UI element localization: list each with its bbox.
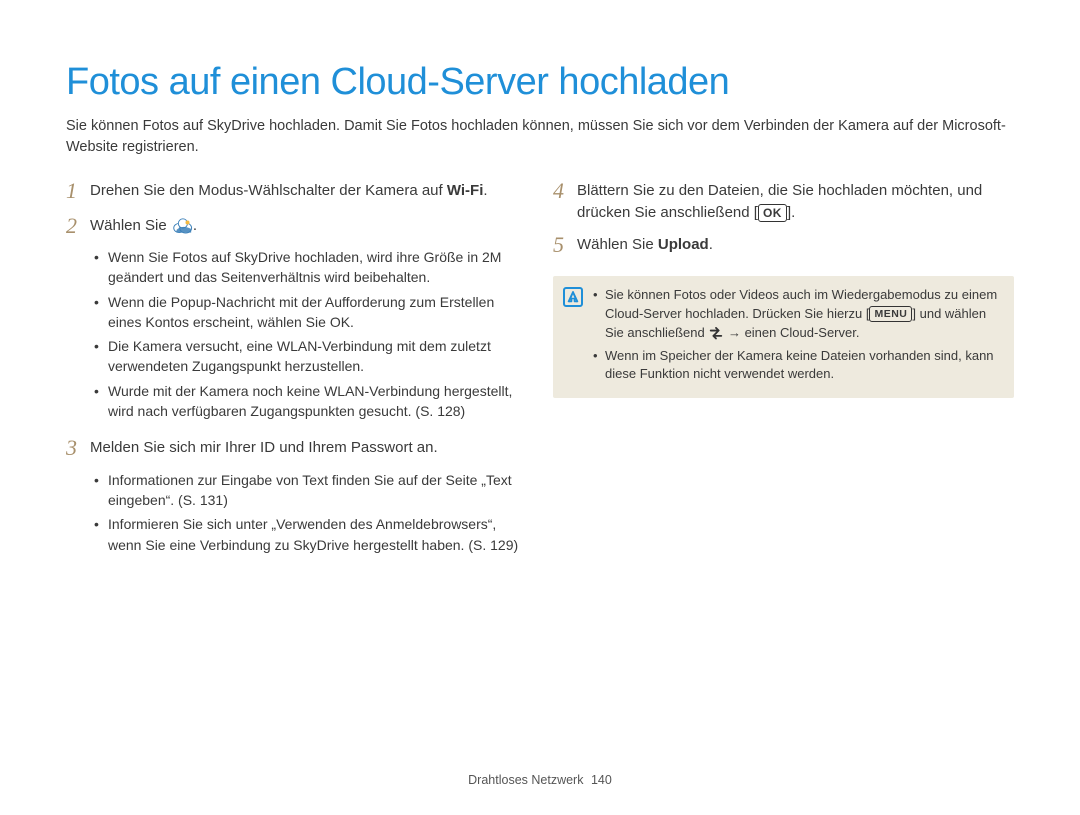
bullet-item: Wenn die Popup-Nachricht mit der Aufford… xyxy=(94,292,527,333)
step5-post: . xyxy=(709,236,713,253)
step-text: Melden Sie sich mir Ihrer ID und Ihrem P… xyxy=(90,435,438,461)
step1-post: . xyxy=(483,182,487,199)
step1-bold: Wi-Fi xyxy=(447,182,484,199)
step3-bullet-list: Informationen zur Eingabe von Text finde… xyxy=(94,470,527,555)
menu-button-icon: MENU xyxy=(869,306,912,322)
note-bullet-list: Sie können Fotos oder Videos auch im Wie… xyxy=(593,286,1000,388)
bullet-text: Informationen zur Eingabe von Text finde… xyxy=(108,472,512,508)
cloud-icon xyxy=(171,217,193,233)
share-icon xyxy=(708,327,724,341)
bullet-text: Wenn Sie Fotos auf SkyDrive hochladen, w… xyxy=(108,249,501,285)
bullet-text: Die Kamera versucht, eine WLAN-Verbindun… xyxy=(108,338,491,374)
intro-paragraph: Sie können Fotos auf SkyDrive hochladen.… xyxy=(66,116,1014,158)
step2-bullet-list: Wenn Sie Fotos auf SkyDrive hochladen, w… xyxy=(94,247,527,421)
page-title: Fotos auf einen Cloud-Server hochladen xyxy=(66,55,1014,110)
step-4: 4 Blättern Sie zu den Dateien, die Sie h… xyxy=(553,178,1014,224)
page-number: 140 xyxy=(591,771,612,789)
step-number: 5 xyxy=(553,232,577,258)
page-footer: Drahtloses Netzwerk 140 xyxy=(0,771,1080,789)
left-column: 1 Drehen Sie den Modus-Wählschalter der … xyxy=(66,178,527,569)
step-text: Wählen Sie . xyxy=(90,213,197,239)
bullet-item: Informationen zur Eingabe von Text finde… xyxy=(94,470,527,511)
step-number: 2 xyxy=(66,213,90,239)
note-icon xyxy=(563,287,583,307)
step-number: 3 xyxy=(66,435,90,461)
step-text: Wählen Sie Upload. xyxy=(577,232,713,258)
step-3: 3 Melden Sie sich mir Ihrer ID und Ihrem… xyxy=(66,435,527,461)
step-number: 4 xyxy=(553,178,577,224)
step5-pre: Wählen Sie xyxy=(577,236,658,253)
step5-bold: Upload xyxy=(658,236,709,253)
step-1: 1 Drehen Sie den Modus-Wählschalter der … xyxy=(66,178,527,204)
step-2: 2 Wählen Sie . xyxy=(66,213,527,239)
note-text: → einen Cloud-Server. xyxy=(724,325,859,340)
bullet-item: Wurde mit der Kamera noch keine WLAN-Ver… xyxy=(94,381,527,422)
two-column-layout: 1 Drehen Sie den Modus-Wählschalter der … xyxy=(66,178,1014,569)
right-column: 4 Blättern Sie zu den Dateien, die Sie h… xyxy=(553,178,1014,569)
bullet-item: Die Kamera versucht, eine WLAN-Verbindun… xyxy=(94,336,527,377)
step-text: Drehen Sie den Modus-Wählschalter der Ka… xyxy=(90,178,488,204)
info-note-box: Sie können Fotos oder Videos auch im Wie… xyxy=(553,276,1014,398)
step1-pre: Drehen Sie den Modus-Wählschalter der Ka… xyxy=(90,182,447,199)
step2-post: . xyxy=(193,217,197,234)
note-item: Sie können Fotos oder Videos auch im Wie… xyxy=(593,286,1000,343)
bullet-text: Informieren Sie sich unter „Verwenden de… xyxy=(108,516,518,552)
footer-section: Drahtloses Netzwerk xyxy=(468,773,583,787)
step-text: Blättern Sie zu den Dateien, die Sie hoc… xyxy=(577,178,1014,224)
bullet-item: Informieren Sie sich unter „Verwenden de… xyxy=(94,514,527,555)
step-5: 5 Wählen Sie Upload. xyxy=(553,232,1014,258)
step2-pre: Wählen Sie xyxy=(90,217,171,234)
step4-post: ]. xyxy=(787,204,795,221)
note-item: Wenn im Speicher der Kamera keine Dateie… xyxy=(593,347,1000,385)
bullet-item: Wenn Sie Fotos auf SkyDrive hochladen, w… xyxy=(94,247,527,288)
document-page: Fotos auf einen Cloud-Server hochladen S… xyxy=(0,0,1080,815)
ok-button-icon: OK xyxy=(758,204,787,222)
bullet-text: Wurde mit der Kamera noch keine WLAN-Ver… xyxy=(108,383,512,419)
step-number: 1 xyxy=(66,178,90,204)
